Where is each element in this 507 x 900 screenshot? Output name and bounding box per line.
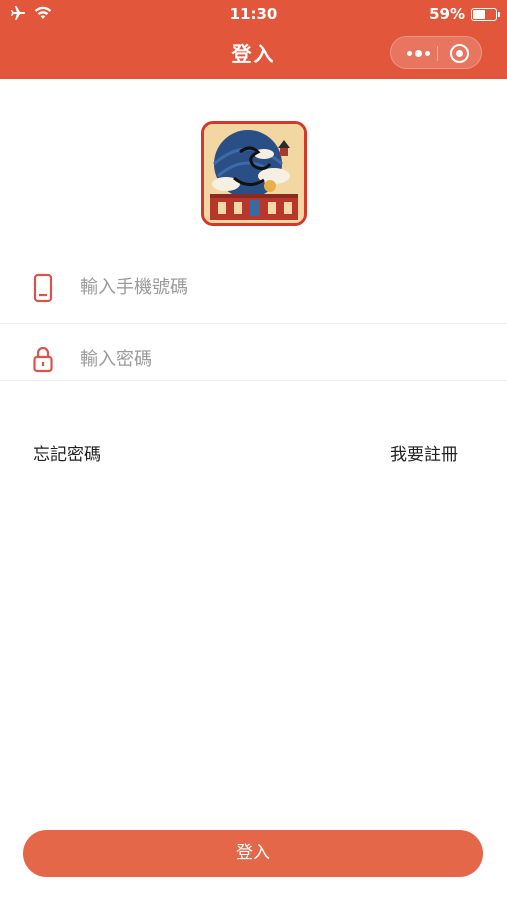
- phone-icon: [33, 273, 53, 303]
- login-button[interactable]: 登入: [23, 830, 483, 877]
- top-bar: 11:30 59% 登入: [0, 0, 507, 79]
- battery-percent: 59%: [429, 5, 465, 23]
- status-right: 59%: [429, 5, 500, 23]
- phone-input[interactable]: [80, 272, 440, 302]
- forgot-password-link[interactable]: 忘記密碼: [33, 440, 101, 465]
- more-icon[interactable]: [405, 47, 431, 59]
- close-icon[interactable]: [450, 44, 469, 63]
- lock-icon: [33, 346, 53, 373]
- logo-illustration: [204, 124, 304, 223]
- battery-fill: [473, 9, 486, 19]
- capsule-divider: [437, 46, 438, 61]
- mini-program-capsule: [390, 36, 482, 69]
- register-link[interactable]: 我要註冊: [390, 440, 458, 465]
- password-field-row: [0, 307, 507, 381]
- app-logo: [201, 121, 307, 226]
- battery-icon: [471, 7, 500, 21]
- password-input[interactable]: [80, 344, 440, 374]
- status-bar: 11:30 59%: [0, 0, 507, 30]
